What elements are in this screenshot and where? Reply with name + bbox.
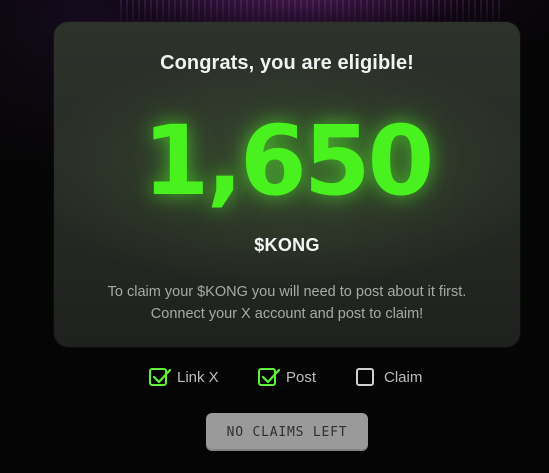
claim-button[interactable]: NO CLAIMS LEFT xyxy=(206,413,368,451)
eligibility-card: Congrats, you are eligible! 1,650 $KONG … xyxy=(54,22,520,347)
token-ticker: $KONG xyxy=(254,235,320,255)
card-title: Congrats, you are eligible! xyxy=(160,52,414,74)
step-link-x[interactable]: Link X xyxy=(149,365,219,389)
step-post[interactable]: Post xyxy=(258,365,316,389)
step-claim[interactable]: Claim xyxy=(356,365,422,389)
claim-instructions: To claim your $KONG you will need to pos… xyxy=(107,284,467,322)
step-label-post: Post xyxy=(286,368,317,386)
page: Congrats, you are eligible! 1,650 $KONG … xyxy=(0,0,549,473)
claim-steps: Link X Post Claim xyxy=(0,365,549,389)
step-label-link-x: Link X xyxy=(177,368,219,386)
token-amount: 1,650 xyxy=(142,105,435,217)
step-label-claim: Claim xyxy=(384,368,423,386)
checkbox-checked-icon[interactable] xyxy=(149,368,172,386)
checkbox-checked-icon[interactable] xyxy=(258,368,281,386)
checkbox-unchecked-icon[interactable] xyxy=(356,368,374,386)
